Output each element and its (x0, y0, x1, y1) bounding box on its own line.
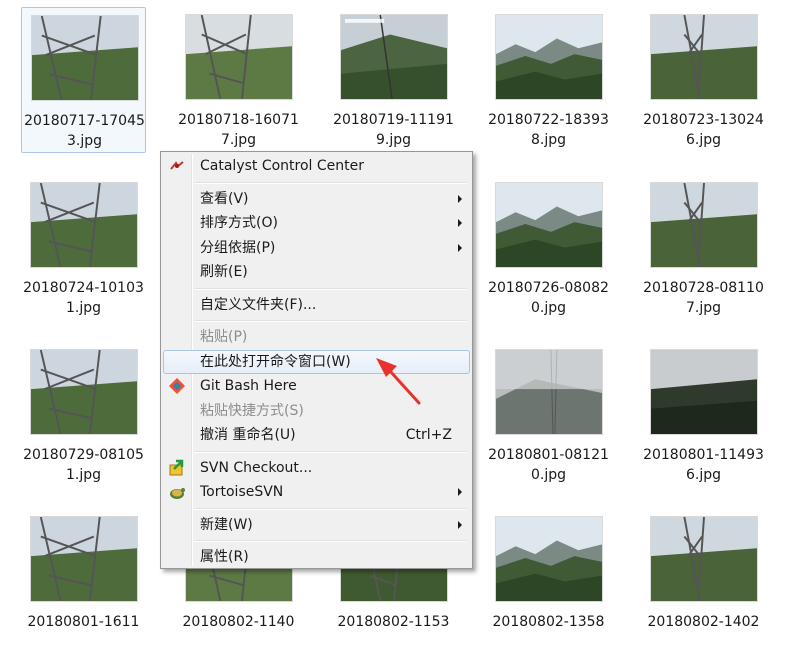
menu-paste-shortcut[interactable]: 粘贴快捷方式(S) (163, 399, 470, 423)
file-name: 20180719-111919.jpg (333, 112, 454, 148)
file-name: 20180802-1153 (337, 614, 450, 630)
file-item[interactable]: 20180802-1358 (486, 509, 611, 655)
menu-view[interactable]: 查看(V) (163, 187, 470, 211)
menu-item-label: 撤消 重命名(U) (200, 427, 296, 443)
file-name: 20180802-1402 (647, 614, 760, 630)
menu-separator (194, 320, 467, 322)
menu-customize-folder[interactable]: 自定义文件夹(F)... (163, 293, 470, 317)
menu-tortoisesvn[interactable]: TortoiseSVN (163, 480, 470, 504)
git-icon (168, 377, 186, 395)
file-item[interactable]: 20180719-111919.jpg (331, 7, 456, 153)
file-name: 20180726-080820.jpg (488, 280, 609, 316)
file-name: 20180801-114936.jpg (643, 447, 764, 483)
menu-properties[interactable]: 属性(R) (163, 545, 470, 569)
menu-item-label: 新建(W) (200, 516, 253, 533)
catalyst-icon (168, 157, 186, 175)
menu-item-label: 粘贴(P) (200, 329, 248, 345)
file-thumbnail (650, 182, 758, 268)
menu-item-label: 在此处打开命令窗口(W) (200, 353, 351, 370)
menu-sort-by[interactable]: 排序方式(O) (163, 211, 470, 235)
file-item[interactable]: 20180801-114936.jpg (641, 342, 766, 488)
menu-item-label: SVN Checkout... (200, 459, 313, 476)
svn-checkout-icon (168, 459, 186, 477)
file-item[interactable]: 20180717-170453.jpg (21, 7, 146, 153)
file-item[interactable]: 20180726-080820.jpg (486, 175, 611, 321)
file-thumbnail (650, 349, 758, 435)
menu-item-label: TortoiseSVN (200, 484, 284, 500)
submenu-arrow-icon (458, 520, 462, 529)
menu-new[interactable]: 新建(W) (163, 513, 470, 537)
menu-separator (194, 450, 467, 453)
menu-item-label: 粘贴快捷方式(S) (200, 402, 304, 419)
file-name: 20180802-1140 (182, 614, 295, 630)
menu-separator (194, 181, 467, 184)
menu-item-label: 查看(V) (200, 190, 249, 207)
menu-item-label: 排序方式(O) (200, 215, 278, 231)
file-name: 20180717-170453.jpg (24, 113, 145, 149)
file-name: 20180802-1358 (492, 614, 605, 630)
file-thumbnail (495, 516, 603, 602)
file-item[interactable]: 20180718-160717.jpg (176, 7, 301, 153)
file-item[interactable]: 20180722-183938.jpg (486, 7, 611, 153)
menu-separator (194, 287, 467, 290)
file-thumbnail (30, 182, 138, 268)
file-name: 20180724-101031.jpg (23, 280, 144, 316)
menu-item-label: 分组依据(P) (200, 239, 276, 256)
file-item[interactable]: 20180729-081051.jpg (21, 342, 146, 488)
file-name: 20180728-081107.jpg (643, 280, 764, 316)
file-thumbnail (340, 14, 448, 100)
menu-item-label: 属性(R) (200, 549, 249, 565)
menu-refresh[interactable]: 刷新(E) (163, 260, 470, 284)
file-item[interactable]: 20180724-101031.jpg (21, 175, 146, 321)
menu-undo-rename[interactable]: 撤消 重命名(U) Ctrl+Z (163, 423, 470, 447)
file-thumbnail (30, 516, 138, 602)
submenu-arrow-icon (458, 488, 462, 496)
menu-open-command-window[interactable]: 在此处打开命令窗口(W) (163, 349, 470, 374)
menu-separator (194, 507, 467, 510)
file-name: 20180801-081210.jpg (488, 447, 609, 483)
file-thumbnail (31, 15, 139, 101)
file-thumbnail (650, 14, 758, 100)
file-item[interactable]: 20180728-081107.jpg (641, 175, 766, 321)
menu-catalyst-control-center[interactable]: Catalyst Control Center (163, 154, 470, 178)
file-item[interactable]: 20180723-130246.jpg (641, 7, 766, 153)
file-thumbnail (495, 14, 603, 100)
menu-item-label: Catalyst Control Center (200, 158, 365, 174)
file-name: 20180729-081051.jpg (23, 447, 144, 483)
menu-item-label: Git Bash Here (200, 378, 297, 394)
file-thumbnail (495, 349, 603, 435)
menu-git-bash-here[interactable]: Git Bash Here (163, 374, 470, 398)
tortoisesvn-icon (168, 483, 186, 501)
menu-group-by[interactable]: 分组依据(P) (163, 236, 470, 260)
file-item[interactable]: 20180801-1611 (21, 509, 146, 655)
submenu-arrow-icon (458, 194, 462, 203)
submenu-arrow-icon (458, 243, 462, 252)
file-name: 20180723-130246.jpg (643, 112, 764, 148)
menu-item-label: 自定义文件夹(F)... (200, 296, 317, 313)
menu-paste[interactable]: 粘贴(P) (163, 325, 470, 349)
file-thumbnail (650, 516, 758, 602)
file-item[interactable]: 20180802-1402 (641, 509, 766, 655)
file-thumbnail (30, 349, 138, 435)
submenu-arrow-icon (458, 219, 462, 227)
file-name: 20180801-1611 (27, 614, 140, 630)
file-thumbnail (495, 182, 603, 268)
menu-item-shortcut: Ctrl+Z (405, 427, 452, 443)
file-name: 20180722-183938.jpg (488, 112, 609, 148)
menu-item-label: 刷新(E) (200, 264, 248, 280)
menu-separator (194, 540, 467, 542)
context-menu: Catalyst Control Center 查看(V) 排序方式(O) 分组依据(… (160, 151, 473, 569)
file-item[interactable]: 20180801-081210.jpg (486, 342, 611, 488)
file-name: 20180718-160717.jpg (178, 112, 299, 148)
file-thumbnail (185, 14, 293, 100)
menu-svn-checkout[interactable]: SVN Checkout... (163, 456, 470, 480)
